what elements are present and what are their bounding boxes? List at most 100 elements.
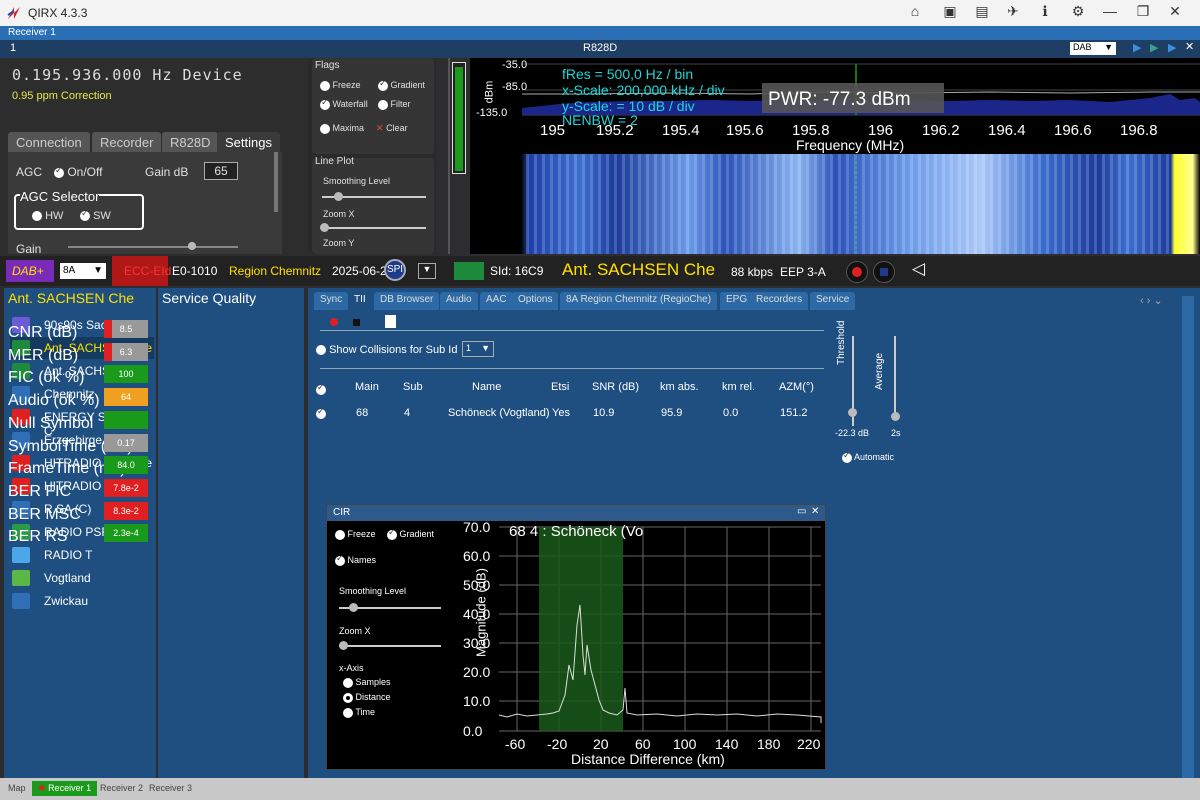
quality-label: CNR (dB) xyxy=(8,324,78,341)
sid-label: SId: 16C9 xyxy=(490,264,544,278)
tab-receiver-1[interactable]: ✱ Receiver 1 xyxy=(32,781,98,796)
gain-db-input[interactable]: 65 xyxy=(204,162,238,180)
agc-hw-radio[interactable]: HW xyxy=(32,210,63,222)
spi-button[interactable]: SPI xyxy=(384,259,406,281)
agc-toggle[interactable]: On/Off xyxy=(54,165,102,179)
mode-select[interactable]: DAB ▼ xyxy=(1070,42,1116,55)
column-header[interactable]: km abs. xyxy=(660,381,699,393)
image-icon[interactable]: ▣ xyxy=(940,3,960,20)
record-button[interactable] xyxy=(846,261,868,283)
tii-tab[interactable]: Sync xyxy=(314,292,349,310)
sub-id-select[interactable]: 1 ▼ xyxy=(462,341,494,357)
quality-value: 84.0 xyxy=(104,456,148,475)
smoothing-thumb[interactable] xyxy=(334,192,343,201)
settings-scrollbar[interactable] xyxy=(274,152,278,212)
quality-value: 2.3e-4 xyxy=(104,524,148,543)
skip-icon[interactable]: ▶ xyxy=(1168,41,1176,54)
play-icon[interactable]: ▶ xyxy=(1133,41,1141,54)
waterfall-display xyxy=(470,154,1200,254)
row-check[interactable] xyxy=(316,405,326,423)
column-header[interactable]: SNR (dB) xyxy=(592,381,639,393)
zoomx-slider[interactable] xyxy=(322,227,426,229)
play-alt-icon[interactable]: ▶ xyxy=(1150,41,1158,54)
map-icon[interactable]: ▤ xyxy=(972,3,992,20)
zoomx-thumb[interactable] xyxy=(320,223,329,232)
gear-icon[interactable]: ⚙ xyxy=(1068,3,1088,20)
filter-radio[interactable]: Filter xyxy=(378,99,411,110)
column-header[interactable]: Main xyxy=(355,381,379,393)
average-slider[interactable] xyxy=(894,336,896,416)
tab-receiver-2[interactable]: Receiver 2 xyxy=(96,781,147,795)
tii-divider xyxy=(320,330,824,331)
tab-map[interactable]: Map xyxy=(4,781,30,795)
close-icon[interactable]: ✕ xyxy=(1165,3,1185,20)
tii-tab[interactable]: 8A Region Chemnitz (RegioChe) xyxy=(560,292,718,310)
waterfall-check[interactable]: Waterfall xyxy=(320,97,368,110)
info-icon[interactable]: ℹ xyxy=(1035,3,1055,20)
document-icon[interactable] xyxy=(385,315,396,328)
table-cell: 95.9 xyxy=(661,407,683,419)
column-header[interactable]: Etsi xyxy=(551,381,569,393)
service-item[interactable]: Zwickau xyxy=(10,590,154,612)
freeze-radio[interactable]: Freeze xyxy=(320,80,361,91)
cir-y-axis-label: Magnitude (dB) xyxy=(473,568,489,657)
threshold-thumb[interactable] xyxy=(848,408,857,417)
eep-label: EEP 3-A xyxy=(780,265,826,279)
tii-tab[interactable]: Audio xyxy=(440,292,478,310)
tab-recorder[interactable]: Recorder xyxy=(92,132,162,152)
cir-plot xyxy=(498,526,822,732)
column-header[interactable]: Sub xyxy=(403,381,423,393)
column-header[interactable]: AZM(°) xyxy=(779,381,814,393)
tab-connection[interactable]: Connection xyxy=(8,132,90,152)
gain-slider-thumb[interactable] xyxy=(188,242,196,250)
level-meter xyxy=(452,62,466,174)
table-cell: Schöneck (Vogtland) xyxy=(448,407,550,419)
stop-square-icon[interactable] xyxy=(353,319,360,326)
column-header[interactable]: km rel. xyxy=(722,381,755,393)
service-item[interactable]: Vogtland xyxy=(10,567,154,589)
select-all-check[interactable] xyxy=(316,381,326,399)
satellite-icon[interactable]: ✈ xyxy=(1003,3,1023,20)
stop-button[interactable] xyxy=(873,261,895,283)
tab-settings[interactable]: Settings xyxy=(217,132,280,152)
show-collisions-toggle[interactable]: Show Collisions for Sub Id xyxy=(316,344,457,356)
table-cell: 10.9 xyxy=(593,407,615,419)
home-icon[interactable]: ⌂ xyxy=(905,3,925,19)
tii-tab[interactable]: DB Browser xyxy=(374,292,440,310)
dab-badge: DAB+ xyxy=(6,260,54,282)
automatic-check[interactable]: Automatic xyxy=(842,450,894,463)
clear-button[interactable]: ✕ Clear xyxy=(376,123,408,134)
agc-sw-radio[interactable]: SW xyxy=(80,208,111,222)
speaker-icon[interactable]: ◁ xyxy=(912,259,925,279)
quality-row: FIC (ok %) 100 xyxy=(8,364,148,386)
column-header[interactable]: Name xyxy=(472,381,501,393)
tii-scrollbar[interactable] xyxy=(1182,296,1194,778)
tii-tab[interactable]: Recorders xyxy=(750,292,809,310)
service-item[interactable]: RADIO T xyxy=(10,544,154,566)
tii-tab[interactable]: Options xyxy=(512,292,559,310)
minimize-icon[interactable]: — xyxy=(1100,3,1120,19)
agc-selector-label: AGC Selector xyxy=(20,189,100,204)
y-tick-2: -85.0 xyxy=(502,81,528,93)
channel-select[interactable]: 8A ▼ xyxy=(60,263,106,279)
tab-nav-icon[interactable]: ‹ › ⌄ xyxy=(1140,294,1163,307)
tii-tab[interactable]: Service xyxy=(810,292,856,310)
record-dot-icon[interactable] xyxy=(330,318,338,326)
tii-tab[interactable]: TII xyxy=(348,292,372,310)
spectrum-plot: -35.0 -85.0 -135.0 dBm fRes = 500,0 Hz /… xyxy=(470,58,1200,154)
maxima-radio[interactable]: Maxima xyxy=(320,123,364,134)
gradient-check[interactable]: Gradient xyxy=(378,78,425,91)
app-title: QIRX 4.3.3 xyxy=(28,6,88,20)
dropdown-icon[interactable]: ▼ xyxy=(418,263,436,279)
tii-tab[interactable]: EPG xyxy=(720,292,754,310)
quality-label: MER (dB) xyxy=(8,346,79,364)
agc-label: AGC xyxy=(16,165,43,179)
tab-r828d[interactable]: R828D xyxy=(162,132,219,152)
tii-tab[interactable]: AAC xyxy=(480,292,513,310)
tab-receiver-3[interactable]: Receiver 3 xyxy=(145,781,196,795)
average-thumb[interactable] xyxy=(891,412,900,421)
close-device-icon[interactable]: ✕ xyxy=(1185,40,1194,53)
maximize-icon[interactable]: ❐ xyxy=(1133,3,1153,20)
gain-slider[interactable] xyxy=(68,246,238,248)
receiver-tab[interactable]: Receiver 1 xyxy=(8,27,56,38)
